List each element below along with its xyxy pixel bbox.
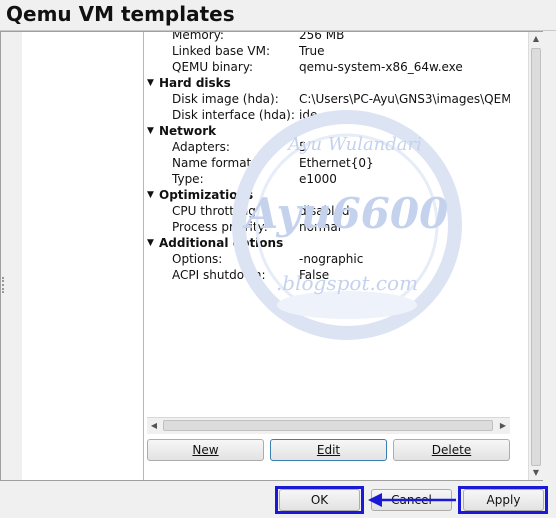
left-side-pane bbox=[1, 32, 23, 480]
property-label: Type: bbox=[172, 172, 204, 186]
delete-button[interactable]: Delete bbox=[393, 439, 510, 461]
property-value: False bbox=[299, 268, 330, 282]
section-header-row[interactable]: ▼ Additional options bbox=[147, 235, 510, 251]
vertical-scrollbar[interactable]: ▲ ▼ bbox=[528, 32, 543, 480]
property-value: disabled bbox=[299, 204, 350, 218]
section-header-row[interactable]: ▼ Optimizations bbox=[147, 187, 510, 203]
scroll-up-icon[interactable]: ▲ bbox=[529, 32, 543, 46]
property-row: Memory: 256 MB bbox=[147, 32, 510, 43]
property-value: -nographic bbox=[299, 252, 364, 266]
property-row: QEMU binary: qemu-system-x86_64w.exe bbox=[147, 59, 510, 75]
property-label: Name format: bbox=[172, 156, 256, 170]
ok-highlight-box bbox=[275, 486, 364, 514]
section-label: Hard disks bbox=[159, 76, 231, 90]
property-value: e1000 bbox=[299, 172, 337, 186]
section-header-row[interactable]: ▼ Hard disks bbox=[147, 75, 510, 91]
splitter-handle[interactable] bbox=[2, 277, 7, 293]
property-row: Options: -nographic bbox=[147, 251, 510, 267]
property-value: ide bbox=[299, 108, 318, 122]
details-horizontal-scrollbar[interactable]: ◀ ▶ bbox=[147, 417, 510, 434]
property-row: CPU throttling: disabled bbox=[147, 203, 510, 219]
window-title: Qemu VM templates bbox=[6, 2, 235, 26]
vm-template-list[interactable] bbox=[22, 32, 144, 480]
edit-button[interactable]: Edit bbox=[270, 439, 387, 461]
scroll-down-icon[interactable]: ▼ bbox=[529, 466, 543, 480]
caret-down-icon[interactable]: ▼ bbox=[147, 187, 159, 203]
property-label: Linked base VM: bbox=[172, 44, 270, 58]
horizontal-scroll-thumb[interactable] bbox=[163, 420, 493, 431]
property-label: ACPI shutdown: bbox=[172, 268, 266, 282]
section-label: Additional options bbox=[159, 236, 284, 250]
property-row: Name format: Ethernet{0} bbox=[147, 155, 510, 171]
property-row: Linked base VM: True bbox=[147, 43, 510, 59]
section-label: Network bbox=[159, 124, 217, 138]
property-value: normal bbox=[299, 220, 342, 234]
section-header-row[interactable]: ▼ Network bbox=[147, 123, 510, 139]
new-button[interactable]: New bbox=[147, 439, 264, 461]
property-label: CPU throttling: bbox=[172, 204, 260, 218]
scroll-left-icon[interactable]: ◀ bbox=[147, 418, 161, 434]
section-label: Optimizations bbox=[159, 188, 254, 202]
property-label: Adapters: bbox=[172, 140, 230, 154]
property-label: Process priority: bbox=[172, 220, 268, 234]
property-row: Adapters: 5 bbox=[147, 139, 510, 155]
template-details-tree[interactable]: Memory: 256 MB Linked base VM: True QEMU bin… bbox=[147, 32, 510, 416]
caret-down-icon[interactable]: ▼ bbox=[147, 123, 159, 139]
property-value: qemu-system-x86_64w.exe bbox=[299, 60, 463, 74]
property-row: Disk image (hda): C:\Users\PC-Ayu\GNS3\im… bbox=[147, 91, 510, 107]
property-label: Disk image (hda): bbox=[172, 92, 279, 106]
property-row: Type: e1000 bbox=[147, 171, 510, 187]
property-label: QEMU binary: bbox=[172, 60, 254, 74]
caret-down-icon[interactable]: ▼ bbox=[147, 75, 159, 91]
property-label: Options: bbox=[172, 252, 223, 266]
caret-down-icon[interactable]: ▼ bbox=[147, 235, 159, 251]
property-value: 5 bbox=[299, 140, 307, 154]
apply-highlight-box bbox=[458, 486, 548, 514]
property-value: Ethernet{0} bbox=[299, 156, 374, 170]
annotation-arrow-icon bbox=[368, 493, 456, 507]
scroll-right-icon[interactable]: ▶ bbox=[496, 418, 510, 434]
property-row: Process priority: normal bbox=[147, 219, 510, 235]
property-value: C:\Users\PC-Ayu\GNS3\images\QEMU bbox=[299, 92, 510, 106]
property-label: Disk interface (hda): bbox=[172, 108, 295, 122]
property-value: 256 MB bbox=[299, 32, 345, 42]
property-row: ACPI shutdown: False bbox=[147, 267, 510, 283]
property-value: True bbox=[299, 44, 325, 58]
title-bar: Qemu VM templates bbox=[0, 0, 556, 31]
property-label: Memory: bbox=[172, 32, 224, 42]
property-row: Disk interface (hda): ide bbox=[147, 107, 510, 123]
vertical-scroll-thumb[interactable] bbox=[531, 48, 541, 466]
